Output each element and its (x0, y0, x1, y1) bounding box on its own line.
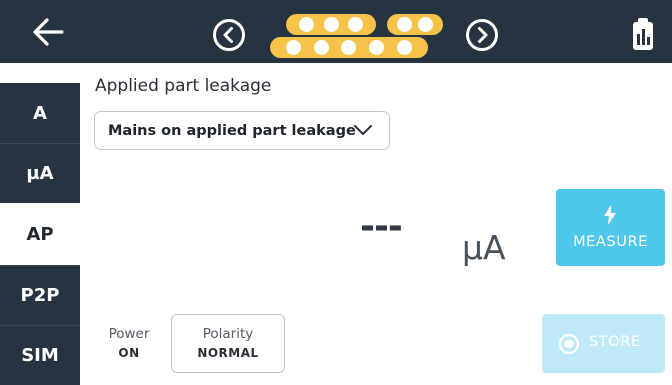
sidebar-item-label: AP (26, 223, 54, 245)
record-circle-icon (558, 333, 580, 355)
pin-dot (397, 40, 413, 55)
chevron-right-circle-icon (466, 19, 498, 51)
lightning-bolt-icon (604, 205, 616, 225)
pin-dot (313, 40, 329, 55)
dropdown-value: Mains on applied part leakage (108, 122, 356, 139)
page-title: Applied part leakage (95, 76, 272, 96)
pin-dot (323, 17, 339, 32)
reading-value: --- (360, 206, 403, 247)
clipboard-chart-icon (633, 18, 653, 50)
sidebar-item-ua[interactable]: µA (0, 143, 80, 203)
sidebar-item-ap[interactable]: AP (0, 204, 80, 264)
back-button[interactable] (28, 14, 76, 50)
chevron-left-circle-icon (213, 19, 245, 51)
power-value: ON (118, 346, 140, 360)
sidebar-item-label: SIM (21, 345, 59, 366)
pin-dot (298, 17, 314, 32)
pin-group-top-left (286, 14, 376, 35)
next-button[interactable] (465, 18, 499, 52)
store-label: STORE (589, 334, 641, 350)
sidebar-item-label: P2P (20, 285, 60, 306)
reading-unit: µA (462, 228, 506, 267)
pin-dot (418, 17, 434, 32)
previous-button[interactable] (212, 18, 246, 52)
store-button[interactable]: STORE (542, 314, 665, 373)
sidebar-item-a[interactable]: A (0, 83, 80, 143)
sidebar-item-p2p[interactable]: P2P (0, 265, 80, 325)
pin-group-bottom (270, 37, 428, 58)
power-label: Power (108, 326, 150, 342)
mode-sidebar: A µA AP P2P SIM (0, 63, 80, 385)
polarity-value: NORMAL (197, 346, 259, 360)
pin-group-top-right (387, 14, 443, 35)
polarity-button[interactable]: Polarity NORMAL (171, 314, 285, 373)
measure-label: MEASURE (573, 234, 648, 250)
chevron-down-icon (354, 125, 372, 135)
pin-dot (396, 17, 412, 32)
pin-dot (369, 40, 385, 55)
sidebar-item-label: µA (26, 163, 54, 184)
polarity-label: Polarity (202, 326, 254, 342)
report-button[interactable] (629, 16, 657, 52)
arrow-left-icon (33, 18, 64, 46)
measure-button[interactable]: MEASURE (556, 189, 665, 266)
sidebar-item-sim[interactable]: SIM (0, 325, 80, 385)
pin-dot (285, 40, 301, 55)
power-status: Power ON (104, 326, 154, 360)
pin-dot (341, 40, 357, 55)
test-type-dropdown[interactable]: Mains on applied part leakage (94, 111, 390, 150)
sidebar-item-label: A (33, 102, 47, 124)
top-bar (0, 0, 672, 63)
pin-dot (348, 17, 364, 32)
